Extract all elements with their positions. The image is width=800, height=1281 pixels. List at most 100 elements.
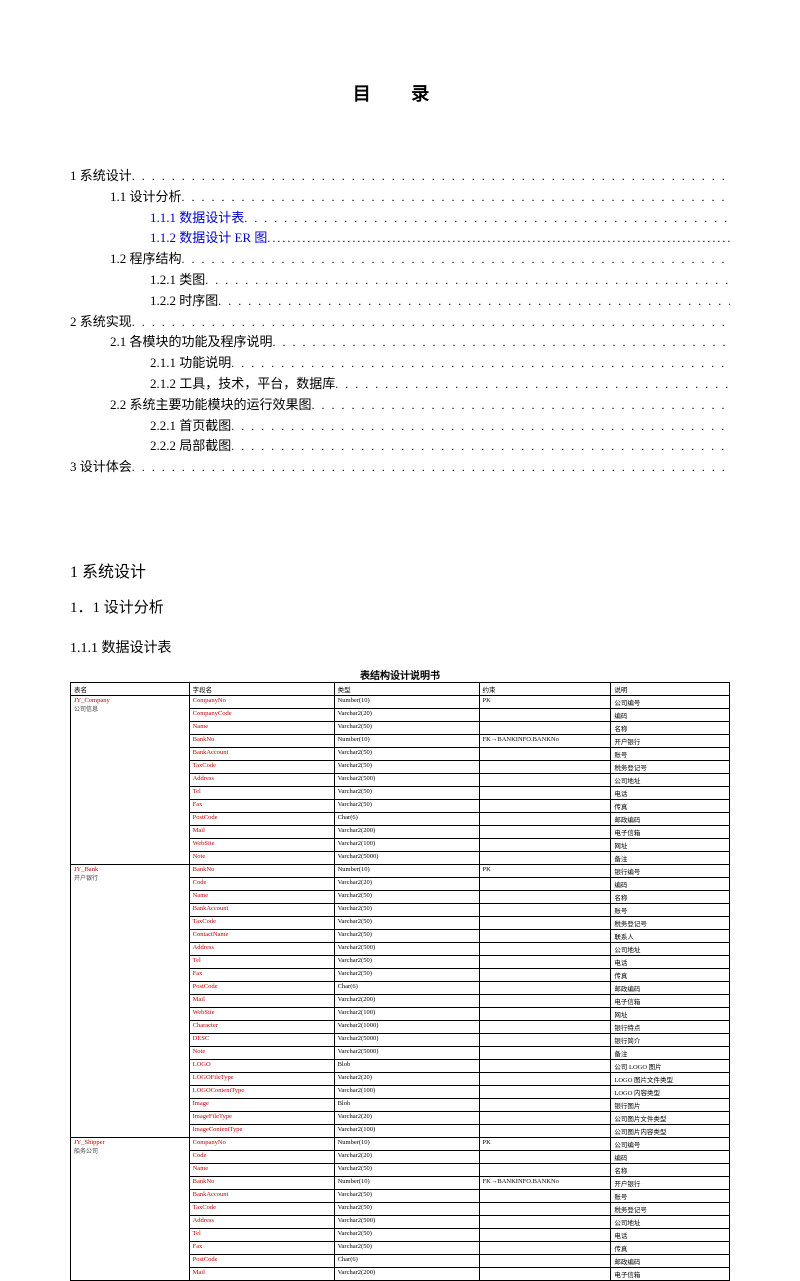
cell-desc: 税务登记号 [611, 1202, 730, 1215]
cell-constraint [479, 877, 611, 890]
toc-label: 1.2.1 类图 [150, 270, 205, 291]
cell-field: BankNo [189, 734, 334, 747]
cell-field: Name [189, 1163, 334, 1176]
toc-leader-dots: . . . . . . . . . . . . . . . . . . . . … [231, 354, 730, 373]
cell-desc: 传真 [611, 1241, 730, 1254]
cell-type: Varchar2(200) [334, 1267, 479, 1280]
cell-constraint [479, 981, 611, 994]
cell-desc: 名称 [611, 721, 730, 734]
cell-desc: 公司图片文件类型 [611, 1111, 730, 1124]
toc-leader-dots: . . . . . . . . . . . . . . . . . . . . … [231, 437, 730, 456]
cell-type: Varchar2(200) [334, 825, 479, 838]
cell-table-name: JY_Shipper船务公司 [71, 1137, 190, 1280]
cell-constraint: PK [479, 864, 611, 877]
cell-type: Number(10) [334, 1137, 479, 1150]
cell-desc: 备注 [611, 1046, 730, 1059]
cell-constraint [479, 1254, 611, 1267]
toc-leader-dots: . . . . . . . . . . . . . . . . . . . . … [335, 375, 730, 394]
cell-type: Varchar2(100) [334, 1007, 479, 1020]
cell-type: Varchar2(200) [334, 994, 479, 1007]
cell-field: WebSite [189, 1007, 334, 1020]
th-type: 类型 [334, 682, 479, 695]
toc-leader-dots: . . . . . . . . . . . . . . . . . . . . … [132, 313, 730, 332]
cell-desc: 邮政编码 [611, 812, 730, 825]
cell-type: Varchar2(20) [334, 1072, 479, 1085]
cell-field: Address [189, 1215, 334, 1228]
toc-label[interactable]: 1.1.2 数据设计 ER 图 [150, 228, 267, 249]
cell-type: Number(10) [334, 1176, 479, 1189]
cell-type: Varchar2(50) [334, 929, 479, 942]
cell-constraint [479, 786, 611, 799]
cell-type: Char(6) [334, 1254, 479, 1267]
cell-desc: 编码 [611, 708, 730, 721]
cell-desc: 开户银行 [611, 1176, 730, 1189]
cell-constraint [479, 1007, 611, 1020]
cell-constraint [479, 1241, 611, 1254]
cell-type: Varchar2(100) [334, 1085, 479, 1098]
cell-type: Varchar2(50) [334, 721, 479, 734]
cell-type: Varchar2(20) [334, 1150, 479, 1163]
toc-leader-dots: . . . . . . . . . . . . . . . . . . . . … [205, 271, 730, 290]
cell-type: Varchar2(100) [334, 838, 479, 851]
cell-desc: 税务登记号 [611, 916, 730, 929]
toc-row[interactable]: 1.1.1 数据设计表 . . . . . . . . . . . . . . … [70, 208, 730, 229]
cell-field: BankAccount [189, 747, 334, 760]
cell-field: Mail [189, 1267, 334, 1280]
cell-field: CompanyCode [189, 708, 334, 721]
table-row: JY_Shipper船务公司CompanyNoNumber(10)PK公司编号 [71, 1137, 730, 1150]
toc-row: 1.1 设计分析 . . . . . . . . . . . . . . . .… [70, 187, 730, 208]
cell-constraint [479, 708, 611, 721]
cell-desc: 银行简介 [611, 1033, 730, 1046]
cell-type: Varchar2(50) [334, 1241, 479, 1254]
cell-constraint [479, 1059, 611, 1072]
cell-desc: 传真 [611, 968, 730, 981]
table-caption: 表结构设计说明书 [70, 667, 730, 682]
cell-field: Tel [189, 955, 334, 968]
toc-row[interactable]: 1.1.2 数据设计 ER 图 ........................… [70, 228, 730, 249]
toc-label: 2.2.1 首页截图 [150, 416, 231, 437]
cell-constraint [479, 760, 611, 773]
cell-constraint [479, 968, 611, 981]
cell-constraint [479, 1163, 611, 1176]
cell-constraint [479, 1267, 611, 1280]
cell-constraint [479, 903, 611, 916]
cell-constraint [479, 1124, 611, 1137]
toc-leader-dots: ........................................… [267, 229, 730, 248]
cell-desc: 联系人 [611, 929, 730, 942]
cell-field: Code [189, 1150, 334, 1163]
cell-field: Fax [189, 799, 334, 812]
cell-type: Varchar2(20) [334, 877, 479, 890]
toc-label[interactable]: 1.1.1 数据设计表 [150, 208, 244, 229]
toc-label: 2.1.1 功能说明 [150, 353, 231, 374]
toc-label: 3 设计体会 [70, 457, 132, 478]
th-name: 表名 [71, 682, 190, 695]
cell-constraint: FK→BANKINFO.BANKNo [479, 734, 611, 747]
cell-type: Varchar2(20) [334, 708, 479, 721]
cell-desc: LOGO 图片文件类型 [611, 1072, 730, 1085]
cell-type: Varchar2(1000) [334, 1020, 479, 1033]
cell-type: Char(6) [334, 981, 479, 994]
cell-constraint [479, 929, 611, 942]
cell-desc: 账号 [611, 903, 730, 916]
cell-field: Note [189, 1046, 334, 1059]
cell-field: CompanyNo [189, 695, 334, 708]
toc-row: 1.2.1 类图 . . . . . . . . . . . . . . . .… [70, 270, 730, 291]
toc-label: 2.1.2 工具，技术，平台，数据库 [150, 374, 335, 395]
cell-desc: 电子信箱 [611, 1267, 730, 1280]
cell-desc: 公司编号 [611, 695, 730, 708]
cell-desc: 银行编号 [611, 864, 730, 877]
cell-desc: 电话 [611, 786, 730, 799]
cell-constraint [479, 838, 611, 851]
cell-field: Fax [189, 1241, 334, 1254]
cell-desc: 网址 [611, 838, 730, 851]
cell-type: Varchar2(20) [334, 1111, 479, 1124]
toc-label: 2.2 系统主要功能模块的运行效果图 [110, 395, 312, 416]
toc-row: 2.1 各模块的功能及程序说明 . . . . . . . . . . . . … [70, 332, 730, 353]
cell-desc: 编码 [611, 877, 730, 890]
cell-constraint [479, 890, 611, 903]
cell-desc: 电话 [611, 1228, 730, 1241]
cell-field: Tel [189, 1228, 334, 1241]
cell-constraint [479, 721, 611, 734]
toc-leader-dots: . . . . . . . . . . . . . . . . . . . . … [312, 396, 730, 415]
cell-type: Varchar2(5000) [334, 851, 479, 864]
